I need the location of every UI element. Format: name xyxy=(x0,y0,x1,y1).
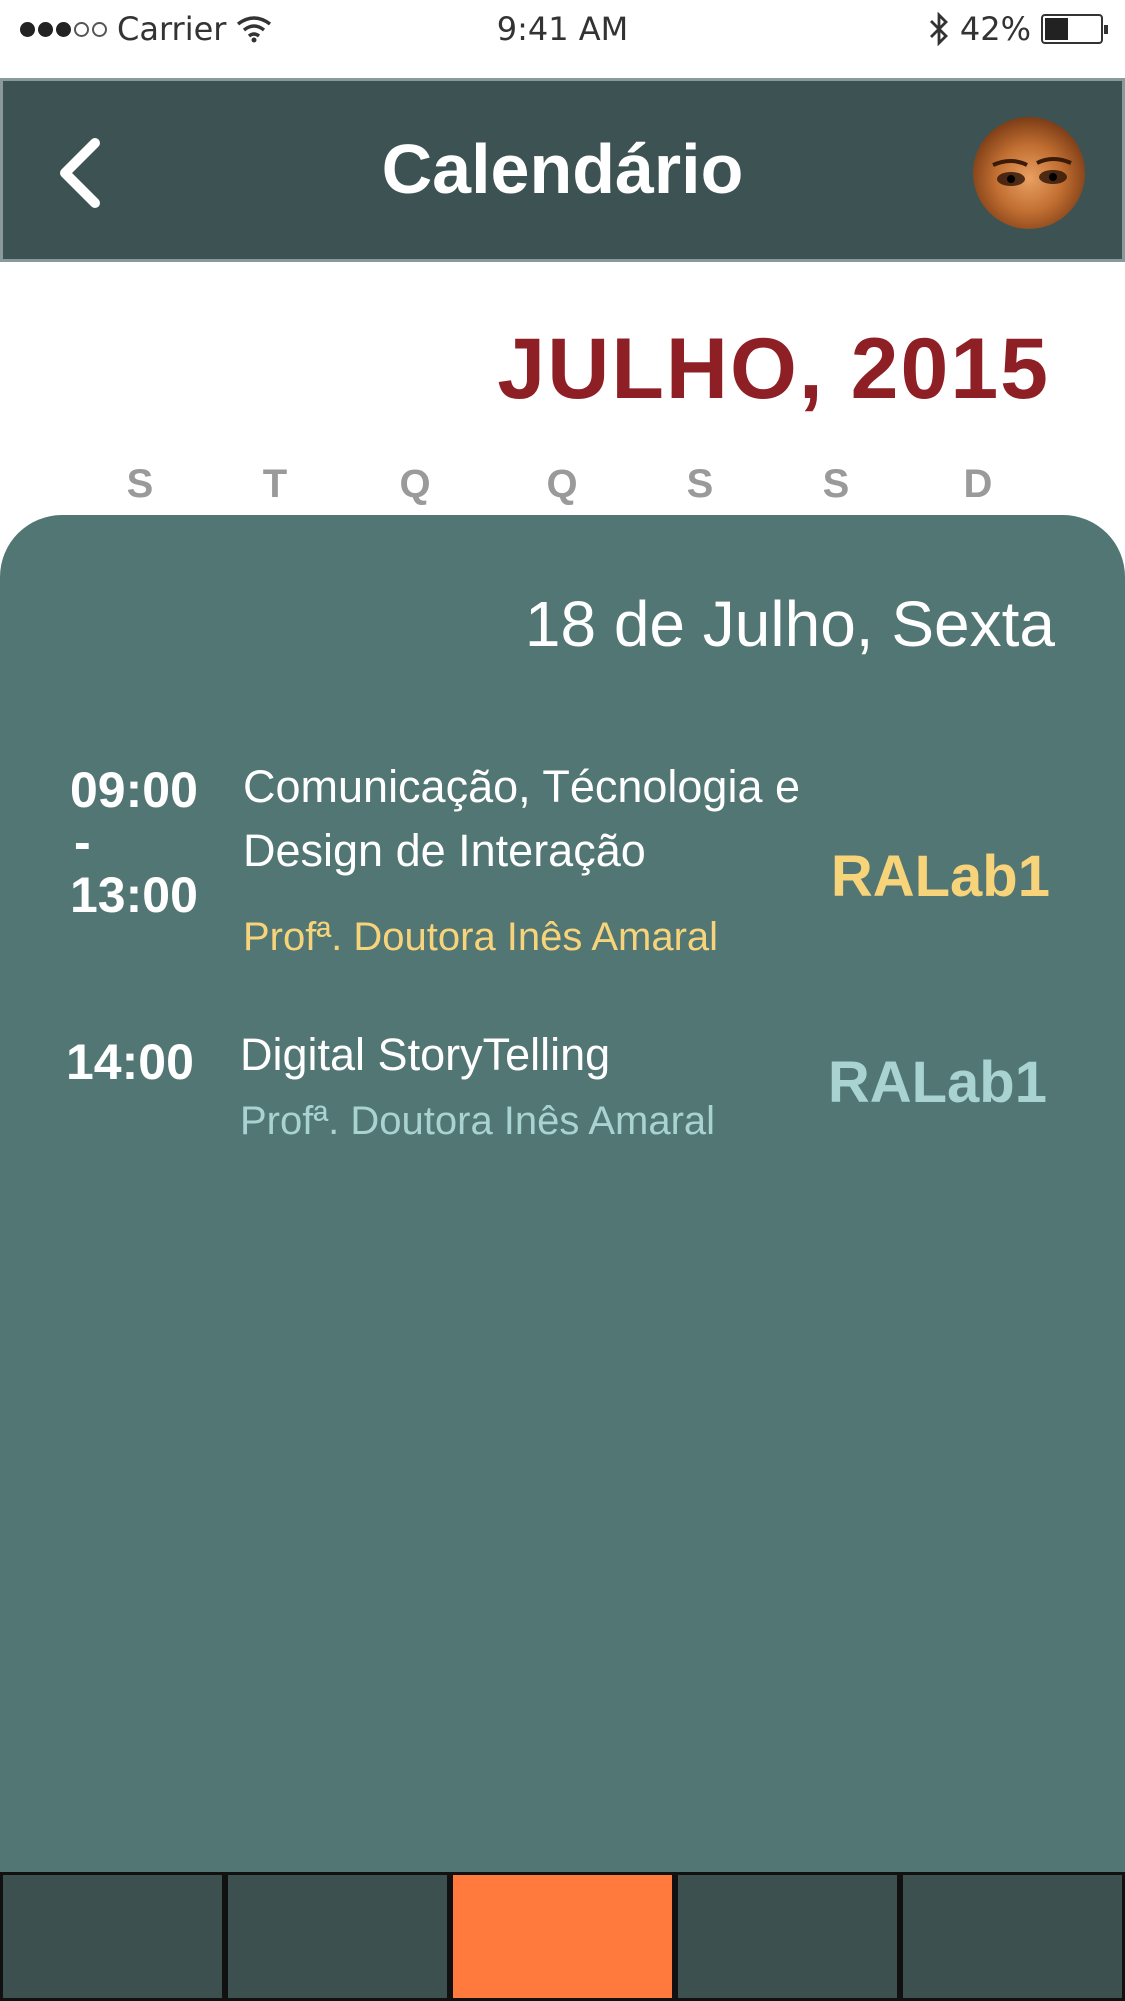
event-time-start: 09:00 xyxy=(70,762,198,818)
event-title-line2: Design de Interação xyxy=(243,825,646,876)
event-title-line1: Digital StoryTelling xyxy=(240,1029,611,1080)
weekday-label: S xyxy=(822,462,850,506)
weekday-label: T xyxy=(262,462,288,506)
tab-item-3[interactable] xyxy=(453,1875,672,1998)
day-panel: 18 de Julho, Sexta 09:00 - 13:00 Comunic… xyxy=(0,515,1125,1875)
bluetooth-icon xyxy=(929,12,948,46)
event-room: RALab1 xyxy=(827,1050,1047,1115)
tab-bar xyxy=(0,1872,1125,2001)
battery-fill xyxy=(1045,18,1068,40)
event-time-end: 13:00 xyxy=(70,867,198,923)
event-item[interactable]: 14:00 Digital StoryTelling Profª. Doutor… xyxy=(0,1015,1125,1145)
event-item[interactable]: 09:00 - 13:00 Comunicação, Técnologia e … xyxy=(0,743,1125,959)
app-header: Calendário xyxy=(0,78,1125,262)
event-time-start: 14:00 xyxy=(66,1034,194,1090)
day-title: 18 de Julho, Sexta xyxy=(524,588,1055,660)
tab-item-4[interactable] xyxy=(678,1875,897,1998)
weekday-label: D xyxy=(963,462,993,506)
status-bar: Carrier 9:41 AM 42% xyxy=(0,0,1125,60)
weekday-label: Q xyxy=(546,462,578,506)
weekday-label: S xyxy=(686,462,714,506)
tab-item-1[interactable] xyxy=(3,1875,222,1998)
weekday-row: S T Q Q S S D xyxy=(80,462,1040,512)
page-title: Calendário xyxy=(381,130,744,208)
event-room: RALab1 xyxy=(830,844,1050,909)
user-avatar-icon xyxy=(992,157,1072,186)
status-right: 42% xyxy=(928,10,1108,48)
event-teacher: Profª. Doutora Inês Amaral xyxy=(243,915,719,959)
avatar[interactable] xyxy=(973,117,1085,229)
battery-percent: 42% xyxy=(959,10,1031,48)
event-teacher: Profª. Doutora Inês Amaral xyxy=(240,1099,716,1143)
weekday-label: S xyxy=(126,462,154,506)
event-time-separator: - xyxy=(74,814,91,870)
tab-item-5[interactable] xyxy=(903,1875,1122,1998)
month-title: JULHO, 2015 xyxy=(497,321,1050,417)
weekday-label: Q xyxy=(399,462,431,506)
event-title-line1: Comunicação, Técnologia e xyxy=(243,761,801,812)
battery-icon xyxy=(1041,14,1108,44)
tab-item-2[interactable] xyxy=(228,1875,447,1998)
